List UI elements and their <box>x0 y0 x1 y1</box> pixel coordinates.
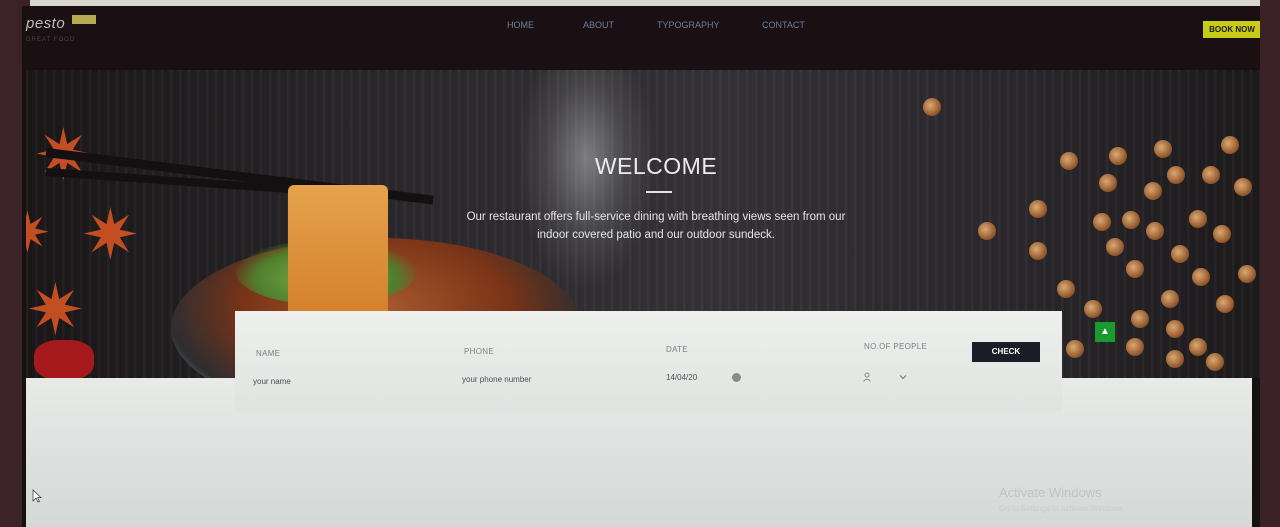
peppercorn-decoration <box>1093 213 1111 231</box>
windows-activation-watermark: Activate Windows <box>999 485 1102 500</box>
name-label: NAME <box>256 349 281 358</box>
star-anise-decoration: ✷ <box>26 201 51 264</box>
book-now-button[interactable]: BOOK NOW <box>1203 21 1260 38</box>
peppercorn-decoration <box>1238 265 1256 283</box>
peppercorn-decoration <box>923 98 941 116</box>
date-label: DATE <box>666 345 688 354</box>
chevron-down-icon[interactable] <box>898 372 908 382</box>
peppercorn-decoration <box>1066 340 1084 358</box>
peppercorn-decoration <box>1167 166 1185 184</box>
nav-link-contact[interactable]: CONTACT <box>762 20 805 30</box>
peppercorn-decoration <box>1126 260 1144 278</box>
nav-link-home[interactable]: HOME <box>507 20 534 30</box>
peppercorn-decoration <box>1192 268 1210 286</box>
peppercorn-decoration <box>1206 353 1224 371</box>
star-anise-decoration: ✷ <box>81 196 140 274</box>
hero-title: WELCOME <box>594 153 718 179</box>
phone-label: PHONE <box>464 347 494 356</box>
title-divider <box>646 191 672 193</box>
peppercorn-decoration <box>1060 152 1078 170</box>
name-input[interactable]: your name <box>253 377 291 386</box>
windows-activation-subtext: Go to Settings to activate Windows. <box>999 504 1126 513</box>
peppercorn-decoration <box>1099 174 1117 192</box>
scroll-to-top-button[interactable]: ▲ <box>1095 322 1115 342</box>
logo-tagline: GREAT FOOD <box>26 37 76 43</box>
logo-badge <box>72 15 96 24</box>
star-anise-decoration: ✷ <box>26 271 85 349</box>
peppercorn-decoration <box>1146 222 1164 240</box>
steam-effect <box>516 70 656 290</box>
peppercorn-decoration <box>1221 136 1239 154</box>
peppercorn-decoration <box>1057 280 1075 298</box>
peppercorn-decoration <box>1216 295 1234 313</box>
calendar-icon[interactable] <box>732 373 741 382</box>
peppercorn-decoration <box>1126 338 1144 356</box>
peppercorn-decoration <box>1154 140 1172 158</box>
people-label: NO.OF PEOPLE <box>864 342 928 351</box>
hero-description: Our restaurant offers full-service dinin… <box>466 211 846 241</box>
site-header: pesto GREAT FOOD HOME ABOUT TYPOGRAPHY C… <box>22 6 1260 68</box>
nav-link-about[interactable]: ABOUT <box>583 20 614 30</box>
peppercorn-decoration <box>1029 200 1047 218</box>
chevron-up-icon: ▲ <box>1100 326 1110 337</box>
mouse-cursor-icon <box>32 489 42 503</box>
phone-input[interactable]: your phone number <box>462 375 531 384</box>
peppercorn-decoration <box>1234 178 1252 196</box>
peppercorn-decoration <box>1084 300 1102 318</box>
reservation-form: NAME your name PHONE your phone number D… <box>235 311 1062 411</box>
check-button[interactable]: CHECK <box>972 342 1040 362</box>
peppercorn-decoration <box>1189 210 1207 228</box>
browser-viewport: pesto GREAT FOOD HOME ABOUT TYPOGRAPHY C… <box>22 6 1260 527</box>
site-logo[interactable]: pesto <box>26 15 65 32</box>
peppercorn-decoration <box>1213 225 1231 243</box>
peppercorn-decoration <box>1161 290 1179 308</box>
peppercorn-decoration <box>1189 338 1207 356</box>
peppercorn-decoration <box>1166 350 1184 368</box>
peppercorn-decoration <box>1171 245 1189 263</box>
peppercorn-decoration <box>1202 166 1220 184</box>
date-input[interactable]: 14/04/20 <box>666 373 697 382</box>
red-pepper-decoration <box>34 340 94 378</box>
peppercorn-decoration <box>1131 310 1149 328</box>
person-icon <box>863 372 871 382</box>
peppercorn-decoration <box>1029 242 1047 260</box>
peppercorn-decoration <box>1166 320 1184 338</box>
nav-link-typography[interactable]: TYPOGRAPHY <box>657 20 720 30</box>
peppercorn-decoration <box>1109 147 1127 165</box>
peppercorn-decoration <box>1122 211 1140 229</box>
peppercorn-decoration <box>1106 238 1124 256</box>
peppercorn-decoration <box>1144 182 1162 200</box>
peppercorn-decoration <box>978 222 996 240</box>
